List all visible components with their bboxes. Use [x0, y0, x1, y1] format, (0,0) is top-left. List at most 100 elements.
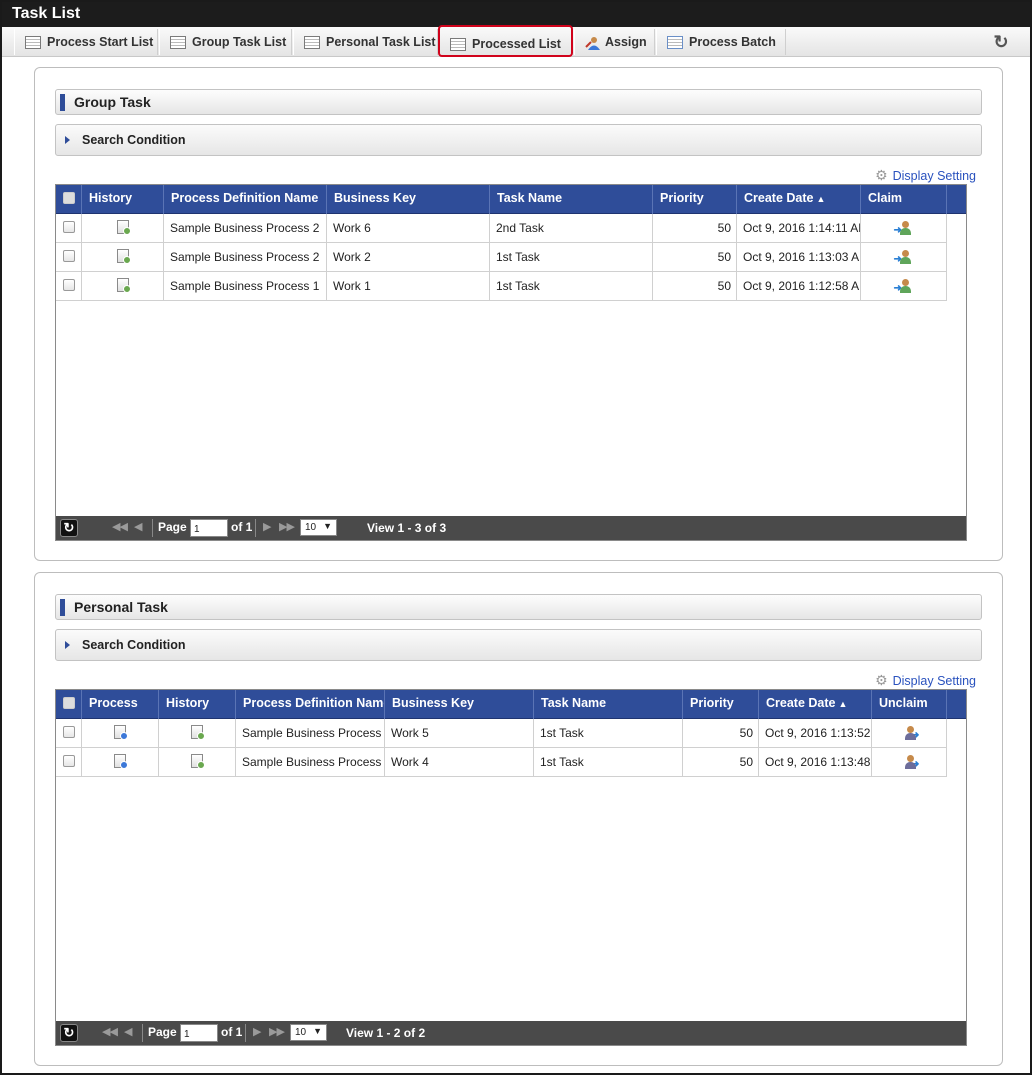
- history-icon[interactable]: [191, 754, 205, 769]
- row-checkbox[interactable]: [56, 272, 82, 301]
- reload-icon[interactable]: ↻: [60, 519, 78, 537]
- table-row[interactable]: Sample Business Process 1 Work 4 1st Tas…: [56, 748, 947, 777]
- col-claim[interactable]: Claim: [861, 185, 947, 214]
- history-icon[interactable]: [116, 278, 131, 293]
- create-date-cell: Oct 9, 2016 1:14:11 AM: [737, 214, 861, 243]
- assign-user-icon: [585, 36, 600, 50]
- next-page-icon[interactable]: ▶: [253, 1025, 262, 1038]
- tab-process-start-list[interactable]: Process Start List: [14, 29, 158, 55]
- table-row[interactable]: Sample Business Process 2 Work 2 1st Tas…: [56, 243, 947, 272]
- tab-label: Process Start List: [47, 35, 154, 49]
- history-icon[interactable]: [116, 220, 131, 235]
- process-icon[interactable]: [114, 754, 128, 769]
- search-condition-label: Search Condition: [82, 133, 186, 147]
- history-icon[interactable]: [191, 725, 205, 740]
- refresh-icon[interactable]: ↻: [990, 31, 1012, 53]
- history-cell[interactable]: [159, 748, 236, 777]
- col-process-definition-name[interactable]: Process Definition Name: [164, 185, 327, 214]
- row-checkbox[interactable]: [56, 719, 82, 748]
- gear-icon: ⚙: [875, 167, 888, 183]
- history-cell[interactable]: [159, 719, 236, 748]
- task-name-cell: 1st Task: [534, 719, 683, 748]
- table-row[interactable]: Sample Business Process 1 Work 1 1st Tas…: [56, 272, 947, 301]
- business-key-cell: Work 5: [385, 719, 534, 748]
- col-task-name[interactable]: Task Name: [534, 690, 683, 719]
- pager: ↻ ◀◀ ◀ Page of 1 ▶ ▶▶ 10 ▼ View 1 - 3 of …: [56, 516, 966, 540]
- tab-process-batch[interactable]: Process Batch: [656, 29, 786, 55]
- triangle-right-icon: [65, 641, 70, 649]
- search-condition-toggle[interactable]: Search Condition: [55, 124, 982, 156]
- claim-icon[interactable]: ➜: [894, 221, 912, 236]
- col-history[interactable]: History: [82, 185, 164, 214]
- history-cell[interactable]: [82, 272, 164, 301]
- chevron-down-icon: ▼: [323, 521, 332, 531]
- col-create-date[interactable]: Create Date ▲: [737, 185, 861, 214]
- priority-cell: 50: [653, 214, 737, 243]
- display-setting-link[interactable]: ⚙ Display Setting: [875, 672, 976, 689]
- tab-assign[interactable]: Assign: [574, 29, 655, 55]
- last-page-icon[interactable]: ▶▶: [279, 520, 295, 533]
- history-cell[interactable]: [82, 214, 164, 243]
- history-icon[interactable]: [116, 249, 131, 264]
- last-page-icon[interactable]: ▶▶: [269, 1025, 285, 1038]
- gear-icon: ⚙: [875, 672, 888, 688]
- claim-cell[interactable]: ➜: [861, 214, 947, 243]
- prev-page-icon[interactable]: ◀: [134, 520, 143, 533]
- table-row[interactable]: Sample Business Process 1 Work 5 1st Tas…: [56, 719, 947, 748]
- col-history[interactable]: History: [159, 690, 236, 719]
- claim-icon[interactable]: ➜: [894, 279, 912, 294]
- unclaim-icon[interactable]: ➜: [901, 726, 919, 741]
- tab-processed-list[interactable]: Processed List: [438, 25, 573, 57]
- page-count-label: of 1: [231, 520, 253, 534]
- search-condition-label: Search Condition: [82, 638, 186, 652]
- tab-personal-task-list[interactable]: Personal Task List: [293, 29, 438, 55]
- page-number-input[interactable]: [190, 519, 228, 537]
- view-range-label: View 1 - 3 of 3: [367, 521, 447, 535]
- process-icon[interactable]: [114, 725, 128, 740]
- col-priority[interactable]: Priority: [683, 690, 759, 719]
- reload-icon[interactable]: ↻: [60, 1024, 78, 1042]
- row-checkbox[interactable]: [56, 748, 82, 777]
- first-page-icon[interactable]: ◀◀: [112, 520, 128, 533]
- claim-icon[interactable]: ➜: [894, 250, 912, 265]
- col-process[interactable]: Process: [82, 690, 159, 719]
- rows-per-page-select[interactable]: 10 ▼: [300, 519, 337, 536]
- search-condition-toggle[interactable]: Search Condition: [55, 629, 982, 661]
- display-setting-label: Display Setting: [892, 169, 976, 183]
- select-all-checkbox[interactable]: [56, 690, 82, 719]
- col-business-key[interactable]: Business Key: [327, 185, 490, 214]
- task-name-cell: 1st Task: [534, 748, 683, 777]
- process-cell[interactable]: [82, 719, 159, 748]
- col-create-date-label: Create Date: [744, 191, 814, 205]
- col-business-key[interactable]: Business Key: [385, 690, 534, 719]
- history-cell[interactable]: [82, 243, 164, 272]
- table-row[interactable]: Sample Business Process 2 Work 6 2nd Tas…: [56, 214, 947, 243]
- col-create-date[interactable]: Create Date ▲: [759, 690, 872, 719]
- row-checkbox[interactable]: [56, 214, 82, 243]
- col-task-name[interactable]: Task Name: [490, 185, 653, 214]
- row-checkbox[interactable]: [56, 243, 82, 272]
- first-page-icon[interactable]: ◀◀: [102, 1025, 118, 1038]
- grid-header: History Process Definition Name Business…: [56, 185, 966, 214]
- unclaim-cell[interactable]: ➜: [872, 719, 947, 748]
- display-setting-link[interactable]: ⚙ Display Setting: [875, 167, 976, 184]
- prev-page-icon[interactable]: ◀: [124, 1025, 133, 1038]
- col-unclaim[interactable]: Unclaim: [872, 690, 947, 719]
- tab-label: Processed List: [472, 37, 561, 51]
- page-number-input[interactable]: [180, 1024, 218, 1042]
- col-process-definition-name[interactable]: Process Definition Name: [236, 690, 385, 719]
- rows-per-page-select[interactable]: 10 ▼: [290, 1024, 327, 1041]
- tab-group-task-list[interactable]: Group Task List: [159, 29, 292, 55]
- unclaim-cell[interactable]: ➜: [872, 748, 947, 777]
- personal-task-grid: Process History Process Definition Name …: [55, 689, 967, 1046]
- page-count-label: of 1: [221, 1025, 243, 1039]
- next-page-icon[interactable]: ▶: [263, 520, 272, 533]
- claim-cell[interactable]: ➜: [861, 243, 947, 272]
- section-title: Personal Task: [55, 594, 982, 620]
- process-cell[interactable]: [82, 748, 159, 777]
- rows-per-page-value: 10: [305, 522, 317, 533]
- select-all-checkbox[interactable]: [56, 185, 82, 214]
- claim-cell[interactable]: ➜: [861, 272, 947, 301]
- unclaim-icon[interactable]: ➜: [901, 755, 919, 770]
- col-priority[interactable]: Priority: [653, 185, 737, 214]
